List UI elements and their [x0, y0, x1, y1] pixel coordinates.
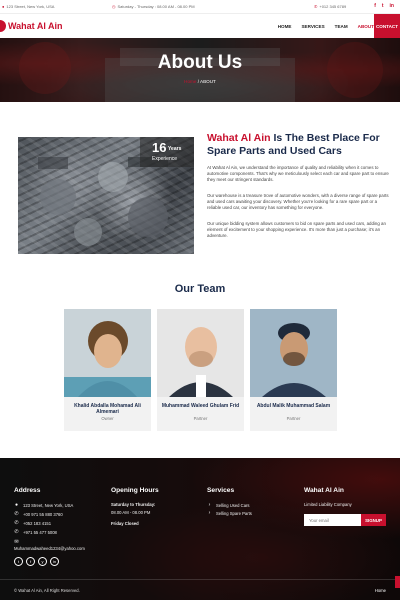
team-member-name: Khalid Abdalla Mohamad Ali Almemari	[74, 403, 141, 415]
breadcrumb-separator: /	[197, 79, 199, 84]
linkedin-icon[interactable]: in	[390, 3, 394, 9]
map-marker-icon: ●	[14, 502, 19, 508]
footer-phone-2-text: +052 183 4151	[23, 520, 52, 526]
top-info-bar: ● 123 Street, New York, USA ◷ Saturday -…	[0, 0, 400, 14]
footer-phone-3-text: +971 55 477 5008	[23, 529, 57, 535]
site-logo[interactable]: Wahat Al Ain	[0, 20, 63, 32]
nav-home[interactable]: HOME	[278, 24, 292, 29]
footer-hours-days: Saturday to Thursday:	[111, 502, 156, 507]
team-member-name: Muhammad Waleed Ghulam Frid	[161, 403, 240, 409]
breadcrumb: Home / ABOUT	[0, 79, 400, 84]
footer-service-label: Selling Spare Parts	[216, 510, 252, 516]
experience-label: Experience	[152, 156, 178, 162]
topbar-address: ● 123 Street, New York, USA	[2, 4, 54, 9]
footer-bottom-bar: © Wahat Al Ain, All Right Reserved. Home	[0, 579, 400, 600]
logo-mark-icon	[0, 20, 6, 32]
footer-phone-2[interactable]: ✆ +052 183 4151	[14, 520, 51, 526]
footer-address-text: 123 Street, New York, USA	[23, 502, 74, 508]
contact-button[interactable]: CONTACT	[374, 14, 400, 38]
envelope-icon: ✉	[14, 539, 19, 545]
about-heading-brand: Wahat Al Ain	[207, 132, 271, 144]
logo-text: Wahat Al Ain	[8, 21, 63, 31]
phone-icon: ✆	[14, 520, 19, 526]
team-photo	[64, 309, 151, 397]
footer-social: t f y in	[14, 557, 59, 566]
topbar-address-text: 123 Street, New York, USA	[6, 4, 55, 9]
topbar-phone: ✆ +012 345 6789	[314, 4, 346, 9]
footer-phone-1-text: +00 971 55 880 3760	[23, 511, 63, 517]
about-paragraph-3: Our unique bidding system allows custome…	[207, 221, 386, 239]
footer-home-link[interactable]: Home	[375, 588, 386, 593]
team-card[interactable]: Khalid Abdalla Mohamad Ali Almemari Owne…	[64, 309, 151, 431]
member-portrait-illustration	[250, 309, 337, 397]
phone-icon: ✆	[14, 511, 19, 517]
chevron-right-icon: ›	[208, 502, 211, 508]
nav-services[interactable]: SERVICES	[301, 24, 324, 29]
team-photo	[157, 309, 244, 397]
facebook-icon[interactable]: f	[26, 557, 35, 566]
footer-service-link[interactable]: › Selling Used Cars	[207, 502, 250, 508]
main-nav: HOME SERVICES TEAM ABOUT	[278, 14, 374, 38]
facebook-icon[interactable]: f	[374, 3, 376, 9]
phone-icon: ✆	[14, 529, 19, 535]
footer-email-text: Muhammadwaheed1234@yahoo.com	[14, 546, 85, 551]
linkedin-icon[interactable]: in	[50, 557, 59, 566]
team-member-name: Abdul Malik Muhammad Salam	[256, 403, 331, 409]
team-member-role: Owner	[101, 416, 114, 421]
member-portrait-illustration	[64, 309, 151, 397]
nav-about[interactable]: ABOUT	[358, 24, 374, 29]
topbar-hours: ◷ Saturday - Thursday : 08.00 AM - 08.00…	[112, 4, 195, 9]
footer-company-heading: Wahat Al Ain	[304, 487, 344, 494]
team-card[interactable]: Muhammad Waleed Ghulam Frid Partner	[157, 309, 244, 431]
newsletter-form: SIGNUP	[304, 514, 386, 526]
signup-button[interactable]: SIGNUP	[361, 514, 386, 526]
footer-email[interactable]: ✉	[14, 539, 19, 545]
member-portrait-illustration	[157, 309, 244, 397]
about-paragraph-2: Our warehouse is a treasure trove of aut…	[207, 193, 389, 211]
navbar: Wahat Al Ain HOME SERVICES TEAM ABOUT CO…	[0, 14, 400, 38]
footer-service-link[interactable]: › Selling Spare Parts	[207, 510, 252, 516]
team-member-role: Partner	[193, 416, 208, 421]
phone-icon: ✆	[314, 4, 318, 9]
years-number: 16	[152, 140, 167, 155]
team-member-role: Partner	[286, 416, 301, 421]
chevron-right-icon: ›	[208, 510, 211, 516]
newsletter-email-input[interactable]	[304, 514, 361, 526]
back-to-top-button[interactable]	[395, 576, 400, 588]
years-label: Years	[168, 146, 182, 152]
footer-service-label: Selling Used Cars	[216, 502, 250, 508]
clock-icon: ◷	[112, 4, 116, 9]
team-card[interactable]: Abdul Malik Muhammad Salam Partner	[250, 309, 337, 431]
footer-hours-heading: Opening Hours	[111, 487, 159, 494]
team-heading: Our Team	[174, 283, 226, 295]
nav-team[interactable]: TEAM	[335, 24, 348, 29]
footer-email-line[interactable]: Muhammadwaheed1234@yahoo.com	[14, 546, 85, 551]
about-heading: Wahat Al Ain Is The Best Place For Spare…	[207, 132, 392, 158]
footer-phone-1[interactable]: ✆ +00 971 55 880 3760	[14, 511, 63, 517]
youtube-icon[interactable]: y	[38, 557, 47, 566]
breadcrumb-home[interactable]: Home	[184, 79, 196, 84]
experience-badge: 16 Years Experience	[140, 137, 194, 167]
page-hero: About Us Home / ABOUT	[0, 38, 400, 102]
page-title: About Us	[157, 52, 243, 73]
footer-hours-time: 08.00 AM - 08.00 PM	[111, 510, 151, 515]
footer-hours-closed: Friday Closed	[111, 521, 139, 526]
twitter-icon[interactable]: t	[382, 3, 384, 9]
footer-address-heading: Address	[14, 487, 41, 494]
footer-phone-3[interactable]: ✆ +971 55 477 5008	[14, 529, 57, 535]
breadcrumb-current: ABOUT	[200, 79, 216, 84]
twitter-icon[interactable]: t	[14, 557, 23, 566]
topbar-phone-text: +012 345 6789	[319, 4, 347, 9]
topbar-hours-text: Saturday - Thursday : 08.00 AM - 08.00 P…	[117, 4, 195, 9]
footer-services-heading: Services	[207, 487, 235, 494]
team-photo	[250, 309, 337, 397]
map-marker-icon: ●	[2, 4, 5, 9]
copyright-text: © Wahat Al Ain, All Right Reserved.	[14, 588, 80, 593]
footer-company-subtitle: Limited Liability Company	[304, 502, 352, 507]
topbar-social: f t in	[374, 3, 394, 9]
about-paragraph-1: At Wahat Al Ain, we understand the impor…	[207, 165, 389, 183]
footer-address: ● 123 Street, New York, USA	[14, 502, 73, 508]
